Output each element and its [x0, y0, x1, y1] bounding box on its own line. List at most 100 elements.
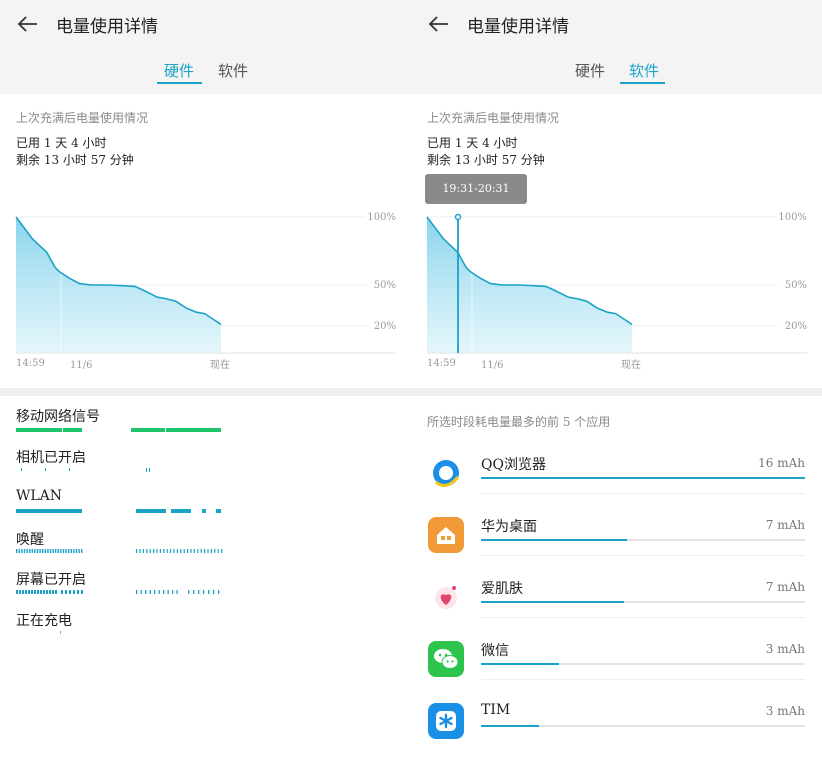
app-usage-bar — [481, 725, 805, 727]
app-header: 电量使用详情 硬件 软件 — [0, 0, 411, 94]
hw-bar-wakeup — [16, 549, 223, 553]
activity-tick — [183, 549, 185, 553]
activity-tick — [68, 549, 70, 553]
tab-software[interactable]: 软件 — [629, 60, 659, 81]
activity-tick — [187, 549, 189, 553]
remaining-time: 剩余 13 小时 57 分钟 — [427, 153, 545, 167]
activity-tick — [159, 549, 161, 553]
tab-hardware[interactable]: 硬件 — [575, 60, 605, 81]
activity-tick — [75, 549, 78, 553]
activity-tick — [21, 549, 23, 553]
row-divider — [481, 617, 805, 618]
activity-tick — [43, 590, 45, 594]
app-usage-bar — [481, 477, 805, 479]
back-arrow-icon[interactable] — [16, 12, 40, 36]
app-name: 华为桌面 — [481, 519, 537, 535]
activity-tick — [154, 590, 156, 594]
activity-tick — [49, 590, 51, 594]
activity-tick — [149, 590, 151, 594]
activity-tick — [158, 590, 160, 594]
battery-chart[interactable]: 100% 50% 20% 14:59 11/6 现在 — [411, 200, 822, 380]
app-row-qq-browser[interactable]: QQ浏览器 16 mAh — [411, 455, 822, 517]
activity-tick — [46, 590, 48, 594]
activity-tick — [163, 590, 165, 594]
activity-tick — [200, 549, 202, 553]
activity-tick — [23, 549, 26, 553]
activity-tick — [198, 590, 200, 594]
activity-tick — [218, 590, 220, 594]
hw-label-camera: 相机已开启 — [16, 450, 86, 466]
back-arrow-icon[interactable] — [427, 12, 451, 36]
row-divider — [481, 555, 805, 556]
x-tick-label: 14:59 — [16, 358, 45, 369]
activity-tick — [31, 590, 33, 594]
app-name: QQ浏览器 — [481, 457, 546, 473]
y-tick-label: 50% — [374, 280, 396, 291]
activity-tick — [136, 549, 138, 553]
activity-tick — [61, 590, 63, 594]
activity-tick — [203, 590, 205, 594]
activity-tick — [142, 549, 144, 553]
activity-tick — [139, 549, 141, 553]
activity-tick — [34, 590, 36, 594]
hw-label-wakeup: 唤醒 — [16, 532, 44, 548]
tab-software[interactable]: 软件 — [218, 60, 248, 81]
activity-tick — [40, 590, 42, 594]
activity-tick — [167, 590, 169, 594]
activity-tick — [29, 549, 31, 553]
range-marker-handle — [454, 213, 462, 221]
app-row-tim[interactable]: TIM 3 mAh — [411, 702, 822, 765]
y-tick-label: 20% — [785, 321, 807, 332]
tim-icon — [428, 703, 464, 739]
x-tick-label: 现在 — [210, 359, 230, 371]
battery-chart[interactable]: 100% 50% 20% 14:59 11/6 现在 — [0, 200, 411, 380]
app-row-aijifu[interactable]: 爱肌肤 7 mAh — [411, 579, 822, 641]
activity-tick — [193, 590, 195, 594]
activity-tick — [52, 549, 54, 553]
app-row-wechat[interactable]: 微信 3 mAh — [411, 641, 822, 703]
hw-bar-camera — [21, 468, 150, 472]
tab-active-indicator — [620, 82, 665, 84]
activity-tick — [210, 549, 212, 553]
app-row-huawei-home[interactable]: 华为桌面 7 mAh — [411, 517, 822, 579]
activity-tick — [221, 549, 223, 553]
activity-tick — [44, 549, 46, 553]
row-divider — [481, 679, 805, 680]
activity-tick — [176, 590, 178, 594]
activity-tick — [217, 549, 219, 553]
activity-tick — [55, 549, 57, 553]
activity-tick — [204, 549, 206, 553]
wechat-icon — [428, 641, 464, 677]
qq-browser-icon — [428, 455, 464, 491]
activity-tick — [78, 549, 80, 553]
activity-tick — [140, 590, 142, 594]
activity-tick — [37, 590, 39, 594]
activity-tick — [149, 549, 151, 553]
hw-label-mobile-signal: 移动网络信号 — [16, 409, 100, 425]
hw-bar-wlan — [16, 509, 221, 513]
x-tick-label: 14:59 — [427, 358, 456, 369]
activity-tick — [31, 549, 33, 553]
hw-bar-screen — [16, 590, 220, 594]
activity-tick — [57, 549, 59, 553]
y-tick-label: 100% — [367, 212, 396, 223]
tab-hardware[interactable]: 硬件 — [164, 60, 194, 81]
activity-tick — [49, 549, 52, 553]
activity-tick — [65, 549, 67, 553]
x-tick-label: 11/6 — [481, 360, 503, 371]
activity-tick — [22, 590, 24, 594]
activity-tick — [26, 549, 28, 553]
y-tick-label: 100% — [778, 212, 807, 223]
page-title: 电量使用详情 — [467, 17, 569, 37]
activity-tick — [213, 590, 215, 594]
activity-tick — [55, 590, 57, 594]
used-time: 已用 1 天 4 小时 — [16, 136, 107, 150]
activity-tick — [208, 590, 210, 594]
software-panel: 电量使用详情 硬件 软件 上次充满后电量使用情况 已用 1 天 4 小时 剩余 … — [411, 0, 822, 782]
hardware-panel: 电量使用详情 硬件 软件 上次充满后电量使用情况 已用 1 天 4 小时 剩余 … — [0, 0, 411, 782]
activity-tick — [207, 549, 209, 553]
activity-tick — [190, 549, 192, 553]
activity-tick — [180, 549, 182, 553]
app-usage-value: 3 mAh — [765, 704, 805, 718]
hw-label-screen: 屏幕已开启 — [16, 572, 86, 588]
